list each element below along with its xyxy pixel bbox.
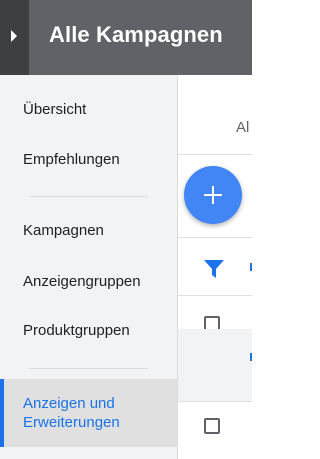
row-link-fragment	[250, 353, 252, 361]
sidebar-toggle-button[interactable]	[0, 0, 29, 75]
summary-row	[178, 329, 252, 401]
chevron-right-icon	[11, 30, 17, 42]
header-divider	[178, 295, 252, 296]
main-content: Al	[178, 75, 252, 459]
add-button[interactable]	[184, 166, 242, 224]
sidebar-item-label-line1: Anzeigen und	[23, 395, 115, 412]
tab-divider	[178, 154, 252, 155]
sidebar-divider	[29, 368, 148, 369]
sidebar-item-anzeigengruppen[interactable]: Anzeigengruppen	[23, 273, 141, 290]
sidebar-divider	[29, 196, 148, 197]
filter-label-fragment	[250, 263, 252, 271]
row-checkbox[interactable]	[204, 418, 220, 434]
sidebar-nav: Übersicht Empfehlungen Kampagnen Anzeige…	[0, 75, 178, 459]
sidebar-item-produktgruppen[interactable]: Produktgruppen	[23, 322, 130, 339]
row-divider	[178, 401, 252, 402]
plus-icon	[204, 186, 222, 204]
app-header: Alle Kampagnen	[0, 0, 252, 75]
active-indicator	[0, 379, 4, 447]
toolbar-divider	[178, 237, 252, 238]
sidebar-item-uebersicht[interactable]: Übersicht	[23, 101, 86, 118]
sidebar-item-anzeigen-und-erweiterungen[interactable]: Anzeigen und Erweiterungen	[0, 379, 177, 447]
tab-all[interactable]: Al	[236, 119, 249, 136]
sidebar-item-label-line2: Erweiterungen	[23, 414, 120, 431]
filter-icon[interactable]	[204, 260, 224, 278]
sidebar-item-empfehlungen[interactable]: Empfehlungen	[23, 151, 120, 168]
sidebar-item-kampagnen[interactable]: Kampagnen	[23, 222, 104, 239]
page-title: Alle Kampagnen	[49, 22, 223, 47]
